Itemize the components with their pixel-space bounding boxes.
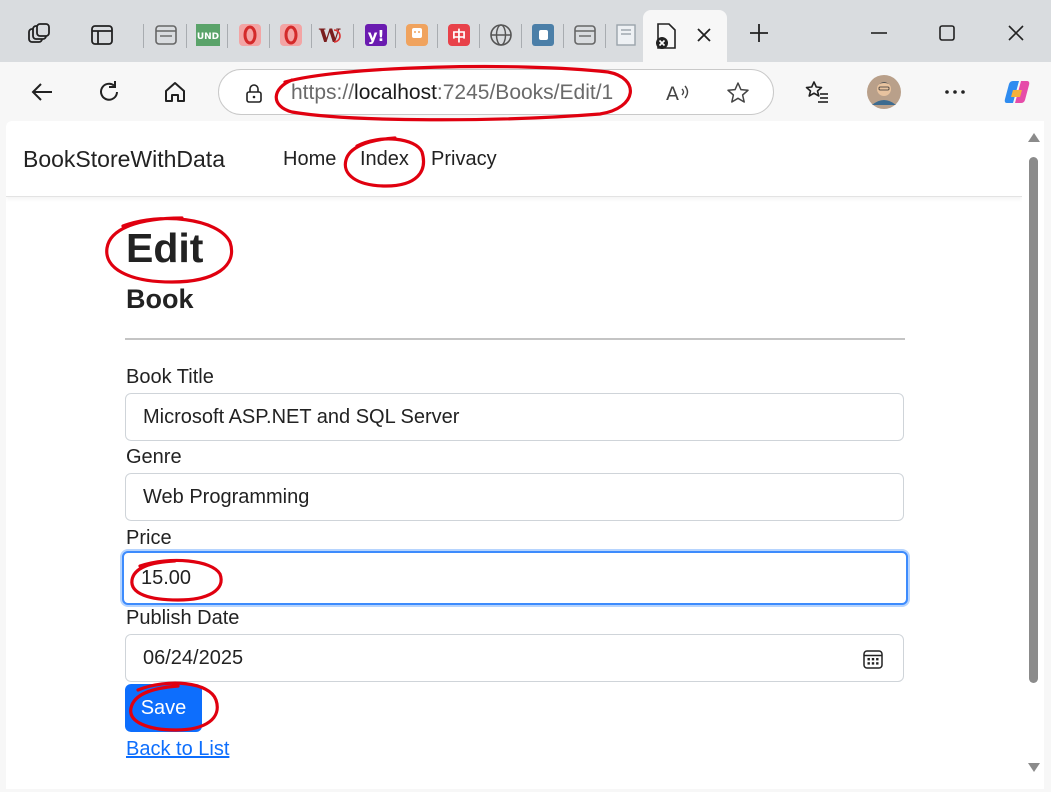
- page-viewport: BookStoreWithData Home Index Privacy Edi…: [6, 121, 1044, 789]
- scrollbar-thumb[interactable]: [1029, 157, 1038, 683]
- opera-icon[interactable]: [236, 20, 264, 50]
- maximize-icon[interactable]: [932, 18, 962, 48]
- book-title-input[interactable]: [125, 393, 904, 441]
- document-icon[interactable]: [612, 20, 640, 50]
- site-brand[interactable]: BookStoreWithData: [23, 146, 225, 173]
- tab-actions-icon[interactable]: [88, 20, 116, 50]
- lock-icon[interactable]: [243, 82, 265, 109]
- publish-date-label: Publish Date: [126, 607, 240, 629]
- url-path: :7245/Books/Edit/1: [436, 81, 614, 104]
- app-icon[interactable]: [403, 20, 431, 50]
- browser-toolbar: https://localhost:7245/Books/Edit/1 A: [0, 62, 1051, 120]
- nav-link-privacy[interactable]: Privacy: [431, 148, 497, 171]
- more-options-icon[interactable]: [938, 75, 972, 109]
- favorites-icon[interactable]: [800, 75, 834, 109]
- svg-text:A: A: [666, 83, 679, 105]
- tab-icon[interactable]: [571, 20, 599, 50]
- nav-link-index[interactable]: Index: [360, 148, 409, 171]
- page-title: Edit: [126, 225, 204, 271]
- new-tab-icon[interactable]: [744, 18, 774, 48]
- refresh-icon[interactable]: [92, 75, 126, 109]
- svg-text:W: W: [318, 25, 341, 47]
- active-tab[interactable]: [643, 10, 727, 62]
- calendar-icon[interactable]: [862, 648, 884, 670]
- site-navbar: BookStoreWithData Home Index Privacy: [6, 121, 1022, 197]
- copilot-icon[interactable]: [1000, 75, 1034, 109]
- tab-strip: UND W y! 中: [0, 0, 1051, 62]
- divider: [125, 338, 905, 340]
- globe-icon[interactable]: [487, 20, 515, 50]
- address-bar[interactable]: https://localhost:7245/Books/Edit/1 A: [218, 69, 774, 115]
- und-icon[interactable]: UND: [194, 20, 222, 50]
- price-input[interactable]: [122, 551, 908, 605]
- url-host: localhost: [354, 81, 437, 104]
- scroll-up-arrow-icon[interactable]: [1028, 133, 1040, 142]
- book-title-label: Book Title: [126, 366, 214, 388]
- scroll-down-arrow-icon[interactable]: [1028, 763, 1040, 772]
- opera-icon[interactable]: [277, 20, 305, 50]
- wiki-icon[interactable]: W: [318, 20, 346, 50]
- back-arrow-icon[interactable]: [25, 75, 59, 109]
- home-icon[interactable]: [158, 75, 192, 109]
- url-text[interactable]: https://localhost:7245/Books/Edit/1: [291, 81, 613, 105]
- genre-label: Genre: [126, 446, 182, 468]
- svg-text:中: 中: [452, 28, 466, 45]
- yahoo-icon[interactable]: y!: [362, 20, 390, 50]
- price-label: Price: [126, 527, 172, 549]
- save-button[interactable]: Save: [125, 684, 202, 732]
- genre-input[interactable]: [125, 473, 904, 521]
- favorite-star-icon[interactable]: [726, 81, 750, 110]
- minimize-icon[interactable]: [864, 18, 894, 48]
- workspaces-icon[interactable]: [25, 20, 53, 50]
- avatar[interactable]: [867, 75, 901, 109]
- svg-text:UND: UND: [197, 32, 219, 42]
- publish-date-input[interactable]: [125, 634, 904, 682]
- close-window-icon[interactable]: [1001, 18, 1031, 48]
- tab-icon[interactable]: [152, 20, 180, 50]
- error-page-icon: [653, 22, 679, 55]
- page-subtitle: Book: [126, 284, 194, 314]
- app-icon[interactable]: [529, 20, 557, 50]
- svg-text:y!: y!: [368, 27, 385, 45]
- chinese-site-icon[interactable]: 中: [445, 20, 473, 50]
- back-to-list-link[interactable]: Back to List: [126, 738, 229, 761]
- url-scheme: https://: [291, 81, 355, 104]
- read-aloud-icon[interactable]: A: [665, 81, 691, 110]
- close-tab-icon[interactable]: [693, 24, 715, 51]
- vertical-scrollbar[interactable]: [1022, 121, 1044, 789]
- nav-link-home[interactable]: Home: [283, 148, 336, 171]
